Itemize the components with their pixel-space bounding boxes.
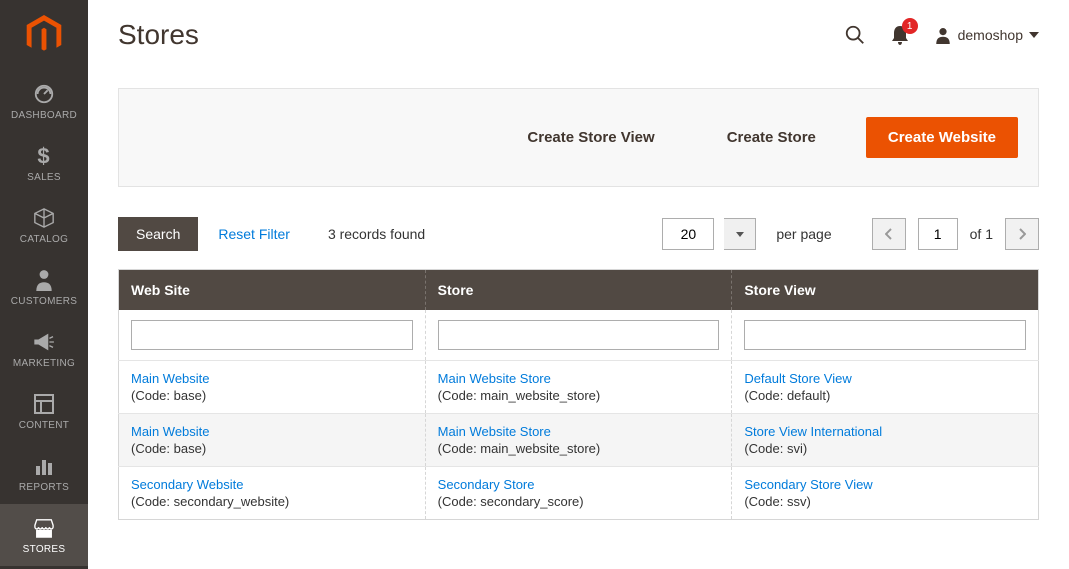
storefront-icon (33, 516, 55, 540)
filter-website-input[interactable] (131, 320, 413, 350)
person-icon (35, 268, 53, 292)
page-actions: Create Store View Create Store Create We… (118, 88, 1039, 187)
per-page-label: per page (776, 226, 831, 242)
dashboard-icon (33, 82, 55, 106)
store-view-code: (Code: ssv) (744, 494, 810, 509)
header-actions: 1 demoshop (844, 24, 1039, 46)
nav-label: CONTENT (19, 420, 69, 431)
nav-customers[interactable]: CUSTOMERS (0, 256, 88, 318)
create-website-button[interactable]: Create Website (866, 117, 1018, 158)
notifications-button[interactable]: 1 (890, 24, 910, 46)
page-title: Stores (118, 19, 844, 51)
page-header: Stores 1 demoshop (118, 0, 1039, 70)
store-view-code: (Code: default) (744, 388, 830, 403)
chevron-down-icon (1029, 32, 1039, 38)
reset-filter-link[interactable]: Reset Filter (218, 226, 290, 242)
nav-label: SALES (27, 172, 61, 183)
nav-sales[interactable]: $ SALES (0, 132, 88, 194)
nav-label: REPORTS (19, 482, 69, 493)
nav-dashboard[interactable]: DASHBOARD (0, 70, 88, 132)
chevron-down-icon (736, 232, 744, 237)
col-header-store-view[interactable]: Store View (732, 270, 1039, 311)
store-code: (Code: secondary_score) (438, 494, 584, 509)
website-link[interactable]: Main Website (131, 424, 413, 439)
website-link[interactable]: Main Website (131, 371, 413, 386)
create-store-view-button[interactable]: Create Store View (505, 117, 676, 158)
store-view-link[interactable]: Default Store View (744, 371, 1026, 386)
table-row: Secondary Website (Code: secondary_websit… (119, 467, 1039, 520)
page-size-input[interactable] (662, 218, 714, 250)
search-icon (844, 24, 866, 46)
main-content: Stores 1 demoshop Create Store View Crea… (88, 0, 1069, 569)
website-code: (Code: base) (131, 441, 206, 456)
user-icon (934, 26, 952, 44)
search-grid-button[interactable]: Search (118, 217, 198, 251)
admin-sidebar: DASHBOARD $ SALES CATALOG CUSTOMERS MARK… (0, 0, 88, 569)
filter-store-view-input[interactable] (744, 320, 1026, 350)
table-row: Main Website (Code: base) Main Website St… (119, 361, 1039, 414)
layout-icon (34, 392, 54, 416)
table-row: Main Website (Code: base) Main Website St… (119, 414, 1039, 467)
megaphone-icon (33, 330, 55, 354)
store-code: (Code: main_website_store) (438, 388, 601, 403)
nav-stores[interactable]: STORES (0, 504, 88, 566)
next-page-button[interactable] (1005, 218, 1039, 250)
store-link[interactable]: Main Website Store (438, 424, 720, 439)
magento-logo-icon (26, 15, 62, 55)
nav-label: DASHBOARD (11, 110, 77, 121)
nav-label: CATALOG (20, 234, 68, 245)
store-link[interactable]: Secondary Store (438, 477, 720, 492)
nav-marketing[interactable]: MARKETING (0, 318, 88, 380)
store-view-code: (Code: svi) (744, 441, 807, 456)
nav-reports[interactable]: REPORTS (0, 442, 88, 504)
grid-controls: Search Reset Filter 3 records found per … (118, 217, 1039, 251)
filter-row (119, 310, 1039, 361)
store-code: (Code: main_website_store) (438, 441, 601, 456)
create-store-button[interactable]: Create Store (705, 117, 838, 158)
filter-store-input[interactable] (438, 320, 720, 350)
bars-icon (34, 454, 54, 478)
search-button[interactable] (844, 24, 866, 46)
box-icon (33, 206, 55, 230)
current-page-input[interactable] (918, 218, 958, 250)
nav-label: MARKETING (13, 358, 75, 369)
pager: of 1 (872, 218, 1039, 250)
username: demoshop (958, 27, 1023, 43)
website-code: (Code: base) (131, 388, 206, 403)
magento-logo[interactable] (0, 0, 88, 70)
nav-label: STORES (23, 544, 66, 555)
records-found: 3 records found (328, 226, 425, 242)
website-code: (Code: secondary_website) (131, 494, 289, 509)
store-view-link[interactable]: Secondary Store View (744, 477, 1026, 492)
nav-label: CUSTOMERS (11, 296, 77, 307)
chevron-right-icon (1018, 228, 1026, 240)
svg-text:$: $ (37, 145, 49, 167)
stores-grid: Web Site Store Store View Main Website (C… (118, 269, 1039, 520)
user-menu[interactable]: demoshop (934, 26, 1039, 44)
page-total: of 1 (970, 226, 993, 242)
col-header-store[interactable]: Store (425, 270, 732, 311)
nav-catalog[interactable]: CATALOG (0, 194, 88, 256)
dollar-icon: $ (37, 144, 51, 168)
page-size-control: per page (662, 218, 831, 250)
chevron-left-icon (885, 228, 893, 240)
notification-count: 1 (902, 18, 918, 34)
nav-content[interactable]: CONTENT (0, 380, 88, 442)
page-size-dropdown[interactable] (724, 218, 756, 250)
prev-page-button[interactable] (872, 218, 906, 250)
website-link[interactable]: Secondary Website (131, 477, 413, 492)
store-view-link[interactable]: Store View International (744, 424, 1026, 439)
store-link[interactable]: Main Website Store (438, 371, 720, 386)
col-header-website[interactable]: Web Site (119, 270, 426, 311)
